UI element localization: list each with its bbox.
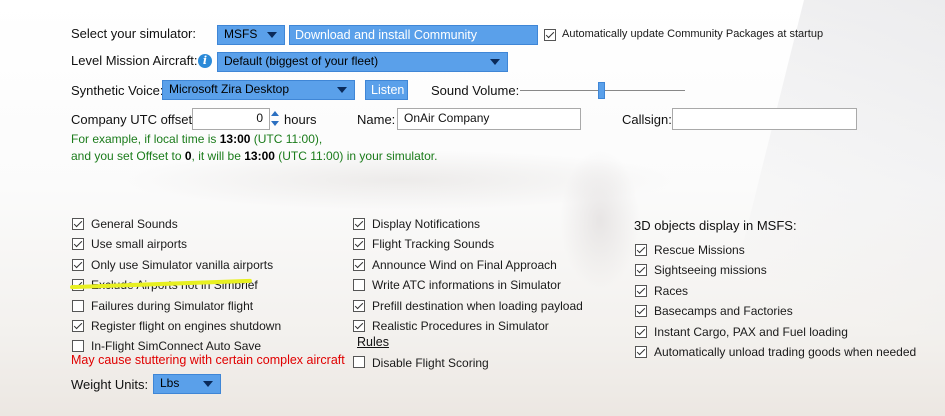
flight-option-label: Prefill destination when loading payload	[372, 298, 583, 313]
synthetic-voice-label: Synthetic Voice:	[71, 83, 164, 98]
general-option-label: General Sounds	[91, 217, 178, 231]
general-option-checkbox[interactable]	[72, 218, 84, 230]
objects-option-label: Instant Cargo, PAX and Fuel loading	[654, 324, 848, 339]
flight-option-label: Realistic Procedures in Simulator	[372, 319, 549, 333]
flight-option-label: Write ATC informations in Simulator	[372, 278, 561, 293]
utc-example-line-2: and you set Offset to 0, it will be 13:0…	[71, 149, 438, 163]
weight-units-select[interactable]: Lbs	[153, 374, 221, 394]
listen-button[interactable]: Listen	[365, 80, 408, 100]
general-option-label: In-Flight SimConnect Auto Save	[91, 339, 262, 354]
sound-volume-label: Sound Volume:	[431, 83, 520, 98]
flight-option-checkbox[interactable]	[353, 258, 365, 271]
chevron-down-icon	[337, 87, 347, 93]
disable-flight-scoring-checkbox[interactable]	[353, 356, 365, 368]
rules-link[interactable]: Rules	[357, 335, 389, 349]
objects-option-checkbox[interactable]	[635, 346, 647, 358]
chevron-down-icon	[267, 32, 277, 38]
general-option-label: Failures during Simulator flight	[91, 298, 254, 313]
background-decoration	[560, 150, 640, 290]
callsign-label: Callsign:	[622, 112, 672, 127]
flight-option-checkbox[interactable]	[353, 279, 365, 292]
synthetic-voice-select[interactable]: Microsoft Zira Desktop	[162, 80, 355, 100]
flight-option-label: Display Notifications	[372, 217, 481, 231]
level-mission-select[interactable]: Default (biggest of your fleet)	[217, 52, 508, 72]
flight-option-label: Announce Wind on Final Approach	[372, 257, 557, 272]
objects-option-label: Rescue Missions	[654, 243, 745, 257]
general-option-checkbox[interactable]	[72, 258, 84, 271]
callsign-input[interactable]	[672, 108, 857, 130]
flight-option-label: Flight Tracking Sounds	[372, 237, 495, 252]
info-icon[interactable]: i	[198, 54, 212, 68]
arrow-down-icon[interactable]	[271, 121, 279, 126]
sound-volume-thumb[interactable]	[597, 82, 605, 99]
level-mission-label: Level Mission Aircraft:	[71, 53, 198, 68]
utc-offset-input[interactable]: 0	[192, 108, 270, 130]
autosave-warning: May cause stuttering with certain comple…	[71, 353, 345, 367]
objects-option-checkbox[interactable]	[635, 264, 647, 277]
general-option-label: Only use Simulator vanilla airports	[91, 257, 274, 272]
chevron-down-icon	[203, 381, 213, 387]
objects-display-title: 3D objects display in MSFS:	[634, 218, 797, 233]
simulator-label: Select your simulator:	[71, 26, 196, 41]
objects-option-label: Automatically unload trading goods when …	[654, 345, 917, 359]
download-community-packages-button[interactable]: Download and install Community Packages	[289, 25, 538, 60]
objects-option-label: Basecamps and Factories	[654, 304, 793, 319]
general-option-checkbox[interactable]	[72, 299, 84, 312]
auto-update-label: Automatically update Community Packages …	[562, 28, 824, 40]
objects-option-label: Sightseeing missions	[654, 263, 767, 278]
auto-update-checkbox[interactable]	[544, 29, 556, 41]
level-mission-select-value: Default (biggest of your fleet)	[224, 54, 379, 68]
flight-option-checkbox[interactable]	[353, 320, 365, 332]
objects-option-label: Races	[654, 283, 689, 298]
simulator-select[interactable]: MSFS	[217, 25, 285, 45]
general-option-label: Register flight on engines shutdown	[91, 319, 282, 333]
general-option-checkbox[interactable]	[72, 340, 84, 353]
utc-offset-spinner[interactable]	[270, 109, 280, 129]
arrow-up-icon[interactable]	[271, 111, 279, 116]
weight-units-select-value: Lbs	[160, 376, 180, 390]
flight-option-checkbox[interactable]	[353, 238, 365, 251]
general-option-checkbox[interactable]	[72, 238, 84, 251]
objects-option-checkbox[interactable]	[635, 284, 647, 297]
flight-option-checkbox[interactable]	[353, 299, 365, 312]
general-option-label: Use small airports	[91, 237, 188, 252]
objects-option-checkbox[interactable]	[635, 325, 647, 338]
objects-option-checkbox[interactable]	[635, 305, 647, 318]
chevron-down-icon	[490, 59, 500, 65]
utc-offset-unit: hours	[284, 112, 317, 127]
synthetic-voice-select-value: Microsoft Zira Desktop	[169, 82, 290, 96]
utc-offset-label: Company UTC offset:	[71, 112, 196, 127]
objects-option-checkbox[interactable]	[635, 244, 647, 256]
utc-example-line-1: For example, if local time is 13:00 (UTC…	[71, 132, 323, 146]
general-option-checkbox[interactable]	[72, 320, 84, 332]
company-name-input[interactable]: OnAir Company	[397, 108, 581, 130]
weight-units-label: Weight Units:	[71, 377, 149, 392]
disable-flight-scoring-label: Disable Flight Scoring	[372, 356, 489, 370]
flight-option-checkbox[interactable]	[353, 218, 365, 230]
simulator-select-value: MSFS	[224, 27, 258, 41]
company-name-label: Name:	[357, 112, 396, 127]
